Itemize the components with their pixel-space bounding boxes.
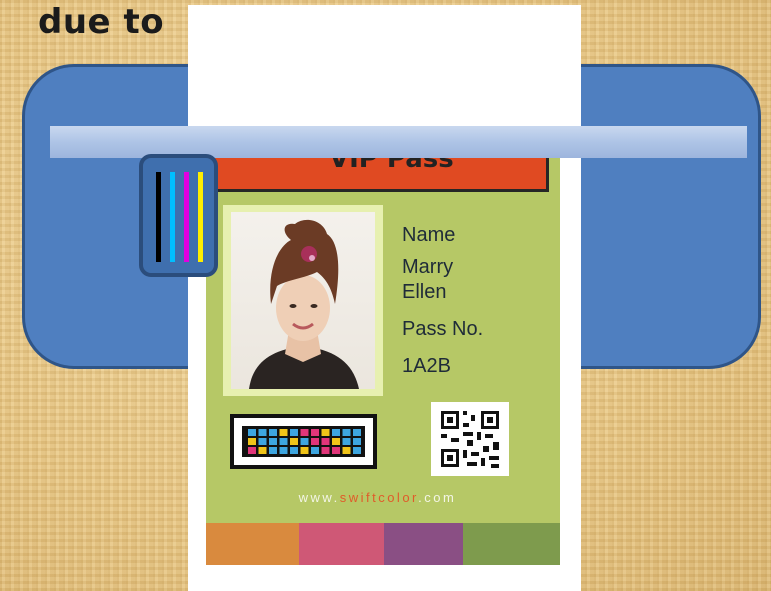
photo-frame xyxy=(223,205,383,396)
card-header: VIP Pass xyxy=(206,158,549,192)
ink-magenta-line xyxy=(184,172,189,262)
card-header-title: VIP Pass xyxy=(329,158,454,174)
swatch-orange xyxy=(206,523,299,565)
ink-black-line xyxy=(156,172,161,262)
website-url: www.swiftcolor.com xyxy=(298,490,457,505)
id-card: VIP Pass Name Marry Ellen Pass No. 1A2B xyxy=(206,158,560,565)
pass-label: Pass No. xyxy=(402,318,484,340)
color-swatches xyxy=(206,523,560,565)
ink-yellow-line xyxy=(198,172,203,262)
name-value-last: Ellen xyxy=(402,281,447,303)
swatch-pink xyxy=(299,523,384,565)
color-barcode-icon xyxy=(230,414,377,469)
name-label: Name xyxy=(402,224,456,246)
portrait-photo xyxy=(231,212,375,389)
paper-top-sheet xyxy=(188,5,581,127)
ink-cartridge-icon xyxy=(139,154,218,277)
ink-cyan-line xyxy=(170,172,175,262)
swatch-purple xyxy=(384,523,463,565)
headline-text: due to xyxy=(38,2,165,42)
portrait-image xyxy=(249,219,359,389)
swatch-green xyxy=(463,523,560,565)
name-value-first: Marry xyxy=(402,256,454,278)
qr-code-icon xyxy=(431,402,509,476)
pass-value: 1A2B xyxy=(402,355,451,377)
